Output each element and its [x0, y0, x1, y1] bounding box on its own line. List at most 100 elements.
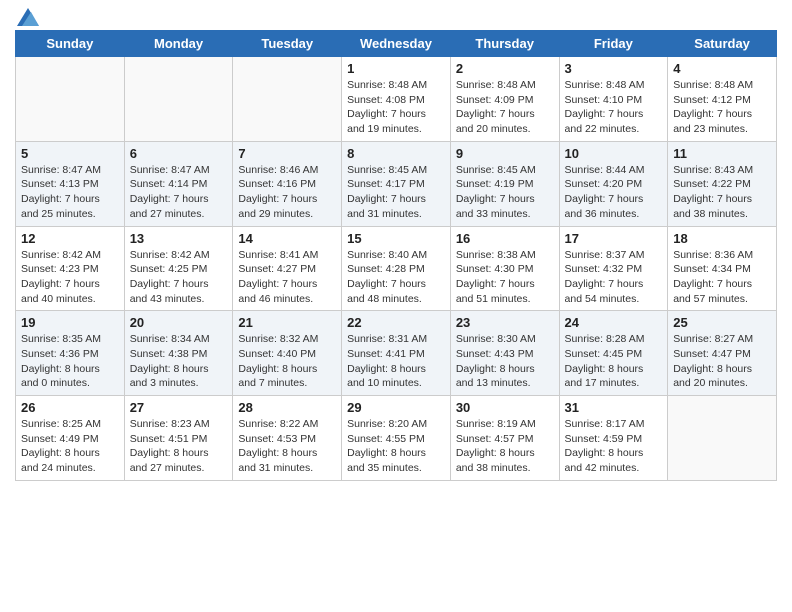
day-number: 29: [347, 400, 445, 415]
logo-icon: [17, 8, 39, 26]
calendar-cell: 2 Sunrise: 8:48 AM Sunset: 4:09 PM Daylig…: [450, 57, 559, 142]
calendar-cell: 18 Sunrise: 8:36 AM Sunset: 4:34 PM Dayli…: [668, 226, 777, 311]
calendar-cell: 9Sunrise: 8:45 AM Sunset: 4:19 PM Daylig…: [450, 141, 559, 226]
day-number: 10: [565, 146, 663, 161]
day-header-thursday: Thursday: [450, 31, 559, 57]
day-header-friday: Friday: [559, 31, 668, 57]
day-header-wednesday: Wednesday: [342, 31, 451, 57]
day-number: 2: [456, 61, 554, 76]
calendar-cell: 3 Sunrise: 8:48 AM Sunset: 4:10 PM Daylig…: [559, 57, 668, 142]
day-number: 9: [456, 146, 554, 161]
calendar-cell: 6 Sunrise: 8:47 AM Sunset: 4:14 PM Daylig…: [124, 141, 233, 226]
day-info: Sunrise: 8:19 AM Sunset: 4:57 PM Dayligh…: [456, 417, 554, 476]
day-number: 24: [565, 315, 663, 330]
day-number: 8: [347, 146, 445, 161]
day-number: 5: [21, 146, 119, 161]
day-number: 19: [21, 315, 119, 330]
day-info: Sunrise: 8:47 AM Sunset: 4:14 PM Dayligh…: [130, 163, 228, 222]
calendar-cell: 17 Sunrise: 8:37 AM Sunset: 4:32 PM Dayli…: [559, 226, 668, 311]
calendar-cell: 28 Sunrise: 8:22 AM Sunset: 4:53 PM Dayli…: [233, 396, 342, 481]
calendar-week-row: 5Sunrise: 8:47 AM Sunset: 4:13 PM Daylig…: [16, 141, 777, 226]
calendar-cell: 5Sunrise: 8:47 AM Sunset: 4:13 PM Daylig…: [16, 141, 125, 226]
day-number: 15: [347, 231, 445, 246]
day-number: 16: [456, 231, 554, 246]
day-number: 1: [347, 61, 445, 76]
day-header-sunday: Sunday: [16, 31, 125, 57]
day-info: Sunrise: 8:48 AM Sunset: 4:12 PM Dayligh…: [673, 78, 771, 137]
calendar-week-row: 26 Sunrise: 8:25 AM Sunset: 4:49 PM Dayli…: [16, 396, 777, 481]
day-header-tuesday: Tuesday: [233, 31, 342, 57]
header: [15, 10, 777, 22]
calendar-cell: 1 Sunrise: 8:48 AM Sunset: 4:08 PM Daylig…: [342, 57, 451, 142]
day-number: 30: [456, 400, 554, 415]
day-number: 28: [238, 400, 336, 415]
day-number: 14: [238, 231, 336, 246]
calendar-cell: 15 Sunrise: 8:40 AM Sunset: 4:28 PM Dayli…: [342, 226, 451, 311]
calendar-cell: 16 Sunrise: 8:38 AM Sunset: 4:30 PM Dayli…: [450, 226, 559, 311]
day-info: Sunrise: 8:35 AM Sunset: 4:36 PM Dayligh…: [21, 332, 119, 391]
day-info: Sunrise: 8:17 AM Sunset: 4:59 PM Dayligh…: [565, 417, 663, 476]
day-number: 13: [130, 231, 228, 246]
calendar-cell: 26 Sunrise: 8:25 AM Sunset: 4:49 PM Dayli…: [16, 396, 125, 481]
calendar-cell: 13 Sunrise: 8:42 AM Sunset: 4:25 PM Dayli…: [124, 226, 233, 311]
calendar-cell: 27 Sunrise: 8:23 AM Sunset: 4:51 PM Dayli…: [124, 396, 233, 481]
calendar-cell: 24 Sunrise: 8:28 AM Sunset: 4:45 PM Dayli…: [559, 311, 668, 396]
calendar-cell: 11 Sunrise: 8:43 AM Sunset: 4:22 PM Dayli…: [668, 141, 777, 226]
calendar-cell: 7 Sunrise: 8:46 AM Sunset: 4:16 PM Daylig…: [233, 141, 342, 226]
day-number: 25: [673, 315, 771, 330]
day-info: Sunrise: 8:45 AM Sunset: 4:17 PM Dayligh…: [347, 163, 445, 222]
day-header-saturday: Saturday: [668, 31, 777, 57]
day-info: Sunrise: 8:38 AM Sunset: 4:30 PM Dayligh…: [456, 248, 554, 307]
day-number: 21: [238, 315, 336, 330]
day-info: Sunrise: 8:48 AM Sunset: 4:10 PM Dayligh…: [565, 78, 663, 137]
day-info: Sunrise: 8:48 AM Sunset: 4:08 PM Dayligh…: [347, 78, 445, 137]
day-info: Sunrise: 8:48 AM Sunset: 4:09 PM Dayligh…: [456, 78, 554, 137]
logo: [15, 10, 39, 22]
day-info: Sunrise: 8:25 AM Sunset: 4:49 PM Dayligh…: [21, 417, 119, 476]
day-info: Sunrise: 8:36 AM Sunset: 4:34 PM Dayligh…: [673, 248, 771, 307]
calendar-cell: 25 Sunrise: 8:27 AM Sunset: 4:47 PM Dayli…: [668, 311, 777, 396]
calendar-header-row: SundayMondayTuesdayWednesdayThursdayFrid…: [16, 31, 777, 57]
day-info: Sunrise: 8:42 AM Sunset: 4:25 PM Dayligh…: [130, 248, 228, 307]
day-info: Sunrise: 8:41 AM Sunset: 4:27 PM Dayligh…: [238, 248, 336, 307]
day-number: 23: [456, 315, 554, 330]
calendar-cell: 22 Sunrise: 8:31 AM Sunset: 4:41 PM Dayli…: [342, 311, 451, 396]
calendar-cell: 20Sunrise: 8:34 AM Sunset: 4:38 PM Dayli…: [124, 311, 233, 396]
calendar-cell: [124, 57, 233, 142]
calendar-week-row: 19 Sunrise: 8:35 AM Sunset: 4:36 PM Dayli…: [16, 311, 777, 396]
day-number: 27: [130, 400, 228, 415]
day-info: Sunrise: 8:27 AM Sunset: 4:47 PM Dayligh…: [673, 332, 771, 391]
calendar-week-row: 1 Sunrise: 8:48 AM Sunset: 4:08 PM Daylig…: [16, 57, 777, 142]
day-info: Sunrise: 8:23 AM Sunset: 4:51 PM Dayligh…: [130, 417, 228, 476]
calendar-week-row: 12Sunrise: 8:42 AM Sunset: 4:23 PM Dayli…: [16, 226, 777, 311]
day-number: 7: [238, 146, 336, 161]
calendar-cell: 10Sunrise: 8:44 AM Sunset: 4:20 PM Dayli…: [559, 141, 668, 226]
calendar-cell: 30 Sunrise: 8:19 AM Sunset: 4:57 PM Dayli…: [450, 396, 559, 481]
day-number: 22: [347, 315, 445, 330]
day-info: Sunrise: 8:43 AM Sunset: 4:22 PM Dayligh…: [673, 163, 771, 222]
calendar-cell: 8 Sunrise: 8:45 AM Sunset: 4:17 PM Daylig…: [342, 141, 451, 226]
day-number: 4: [673, 61, 771, 76]
calendar-cell: 19 Sunrise: 8:35 AM Sunset: 4:36 PM Dayli…: [16, 311, 125, 396]
calendar-cell: 29 Sunrise: 8:20 AM Sunset: 4:55 PM Dayli…: [342, 396, 451, 481]
day-info: Sunrise: 8:30 AM Sunset: 4:43 PM Dayligh…: [456, 332, 554, 391]
day-number: 11: [673, 146, 771, 161]
day-number: 18: [673, 231, 771, 246]
day-info: Sunrise: 8:31 AM Sunset: 4:41 PM Dayligh…: [347, 332, 445, 391]
calendar-cell: 31Sunrise: 8:17 AM Sunset: 4:59 PM Dayli…: [559, 396, 668, 481]
day-header-monday: Monday: [124, 31, 233, 57]
day-number: 26: [21, 400, 119, 415]
day-info: Sunrise: 8:34 AM Sunset: 4:38 PM Dayligh…: [130, 332, 228, 391]
day-number: 17: [565, 231, 663, 246]
day-info: Sunrise: 8:20 AM Sunset: 4:55 PM Dayligh…: [347, 417, 445, 476]
day-number: 6: [130, 146, 228, 161]
day-info: Sunrise: 8:46 AM Sunset: 4:16 PM Dayligh…: [238, 163, 336, 222]
calendar-cell: 21Sunrise: 8:32 AM Sunset: 4:40 PM Dayli…: [233, 311, 342, 396]
day-info: Sunrise: 8:28 AM Sunset: 4:45 PM Dayligh…: [565, 332, 663, 391]
day-info: Sunrise: 8:42 AM Sunset: 4:23 PM Dayligh…: [21, 248, 119, 307]
day-info: Sunrise: 8:40 AM Sunset: 4:28 PM Dayligh…: [347, 248, 445, 307]
day-info: Sunrise: 8:22 AM Sunset: 4:53 PM Dayligh…: [238, 417, 336, 476]
day-info: Sunrise: 8:37 AM Sunset: 4:32 PM Dayligh…: [565, 248, 663, 307]
calendar-cell: 14 Sunrise: 8:41 AM Sunset: 4:27 PM Dayli…: [233, 226, 342, 311]
day-number: 3: [565, 61, 663, 76]
